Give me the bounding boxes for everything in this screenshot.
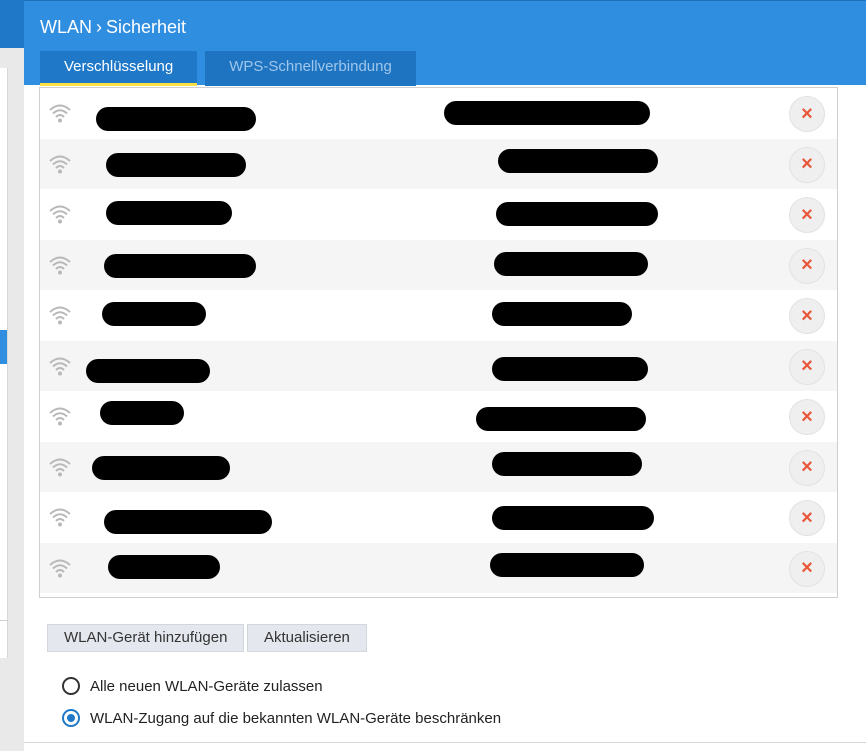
table-row: [redacted] [redacted] × (40, 340, 837, 391)
main-content: WLAN › Sicherheit Verschlüsselung WPS-Sc… (24, 0, 866, 751)
delete-device-button[interactable]: × (789, 298, 825, 334)
wifi-icon (49, 458, 71, 476)
delete-device-button[interactable]: × (789, 500, 825, 536)
radio-allow-all[interactable]: Alle neuen WLAN-Geräte zulassen (62, 677, 323, 695)
left-sidebar-edge (0, 0, 24, 751)
wifi-icon (49, 508, 71, 527)
device-name-redacted: [redacted] (106, 152, 246, 177)
delete-device-button[interactable]: × (789, 449, 825, 486)
device-address-redacted: [redacted] (492, 451, 642, 476)
wifi-icon (49, 155, 71, 173)
radio-circle-restrict[interactable] (62, 709, 80, 727)
wifi-icon (49, 256, 71, 274)
table-row: [redacted] [redacted] × (40, 138, 837, 189)
device-address-redacted: [redacted] (444, 101, 650, 125)
chevron-right-icon: › (96, 17, 103, 37)
delete-device-button[interactable]: × (789, 399, 825, 435)
sidebar-header-edge (0, 0, 24, 48)
wifi-icon (49, 559, 71, 577)
device-address-redacted: [redacted] (490, 552, 644, 577)
wifi-icon (49, 205, 71, 224)
wifi-icon (49, 104, 71, 123)
wifi-icon (49, 407, 71, 426)
device-name-redacted: [redacted] (92, 455, 230, 480)
radio-label-allow-all: Alle neuen WLAN-Geräte zulassen (90, 677, 323, 695)
table-row: [redacted] [redacted] × (40, 290, 837, 341)
radio-label-restrict: WLAN-Zugang auf die bekannten WLAN-Gerät… (90, 709, 502, 727)
device-address-redacted: [redacted] (498, 148, 658, 173)
tab-encryption[interactable]: Verschlüsselung (40, 51, 198, 86)
table-row: [redacted] [redacted] × (40, 492, 837, 543)
device-list: [redacted][redacted]×[redacted][redacted… (39, 87, 838, 598)
table-row: [redacted] [redacted] × (40, 441, 837, 492)
table-row: [redacted] [redacted] × (40, 239, 837, 290)
sidebar-selected-marker (0, 330, 7, 364)
table-row: [redacted] [redacted] × (40, 542, 837, 593)
device-name-redacted: [redacted] (86, 358, 210, 383)
radio-circle-allow-all[interactable] (62, 677, 80, 695)
delete-device-button[interactable]: × (789, 96, 825, 132)
bottom-divider (24, 742, 866, 743)
device-address-redacted: [redacted] (492, 506, 654, 530)
device-name-redacted: [redacted] (102, 302, 206, 326)
device-address-redacted: [redacted] (496, 202, 658, 226)
wifi-icon (49, 357, 71, 375)
table-row: [redacted] [redacted] × (40, 88, 837, 139)
delete-device-button[interactable]: × (789, 146, 825, 183)
table-row: [redacted] [redacted] × (40, 391, 837, 442)
delete-device-button[interactable]: × (789, 348, 825, 385)
delete-device-button[interactable]: × (789, 247, 825, 284)
breadcrumb-root[interactable]: WLAN (40, 17, 92, 38)
device-address-redacted: [redacted] (492, 356, 648, 381)
sidebar-divider (0, 620, 8, 621)
breadcrumb: WLAN › Sicherheit (40, 17, 186, 38)
device-address-redacted: [redacted] (492, 302, 632, 326)
wifi-icon (49, 306, 71, 325)
device-name-redacted: [redacted] (108, 554, 220, 579)
device-name-redacted: [redacted] (106, 201, 232, 225)
tab-wps[interactable]: WPS-Schnellverbindung (205, 51, 416, 86)
refresh-button[interactable]: Aktualisieren (247, 624, 367, 652)
device-address-redacted: [redacted] (476, 407, 646, 431)
delete-device-button[interactable]: × (789, 550, 825, 587)
device-name-redacted: [redacted] (104, 253, 256, 278)
add-device-button[interactable]: WLAN-Gerät hinzufügen (47, 624, 245, 652)
device-name-redacted: [redacted] (104, 510, 272, 534)
device-name-redacted: [redacted] (100, 401, 184, 425)
tab-bar: Verschlüsselung WPS-Schnellverbindung (40, 51, 416, 86)
radio-restrict[interactable]: WLAN-Zugang auf die bekannten WLAN-Gerät… (62, 709, 501, 727)
device-name-redacted: [redacted] (96, 107, 256, 131)
delete-device-button[interactable]: × (789, 197, 825, 233)
page-title: Sicherheit (106, 17, 187, 37)
page-header: WLAN › Sicherheit Verschlüsselung WPS-Sc… (24, 0, 866, 86)
device-address-redacted: [redacted] (494, 251, 648, 276)
table-row: [redacted] [redacted] × (40, 189, 837, 240)
